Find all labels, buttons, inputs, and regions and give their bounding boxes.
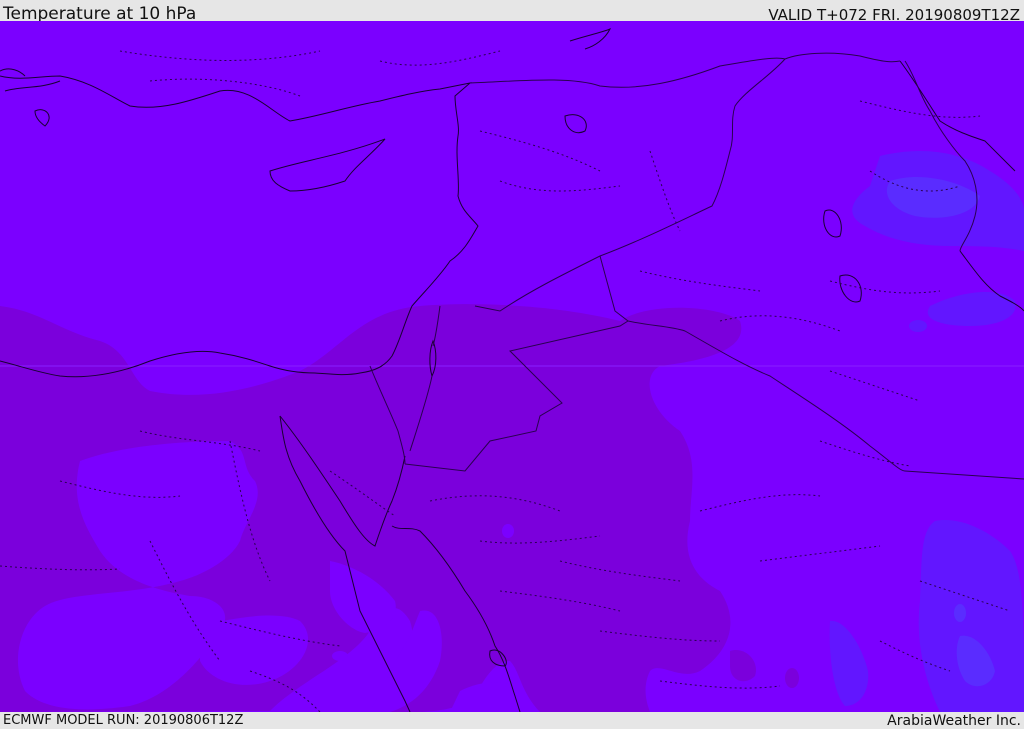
footer-bar: ECMWF MODEL RUN: 20190806T12Z ArabiaWeat… — [0, 712, 1024, 729]
map-canvas — [0, 21, 1024, 712]
temperature-map[interactable] — [0, 21, 1024, 712]
header-bar: Temperature at 10 hPa VALID T+072 FRI. 2… — [0, 0, 1024, 24]
oman-cold-core-2 — [954, 604, 966, 622]
model-run-label: ECMWF MODEL RUN: 20190806T12Z — [3, 713, 244, 728]
small-cold-pocket — [909, 320, 927, 332]
small-light-pocket — [502, 524, 514, 538]
credit-label: ArabiaWeather Inc. — [887, 713, 1021, 729]
small-light-pocket-2 — [332, 651, 348, 661]
arabia-warm-spot-2 — [785, 668, 799, 688]
